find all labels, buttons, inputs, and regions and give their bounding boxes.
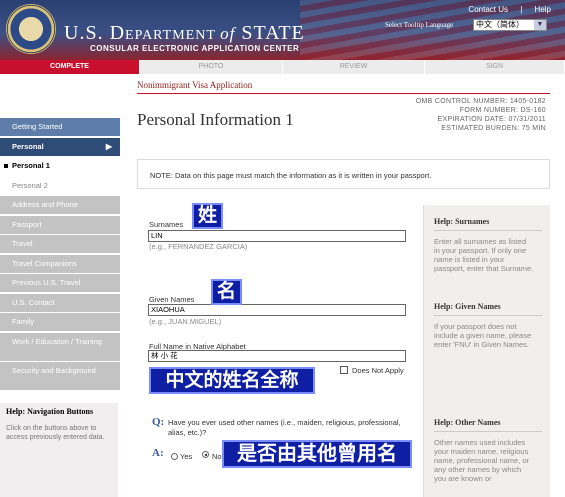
department-title: U.S. DEPARTMENT of STATE (64, 22, 305, 44)
title-divider (137, 93, 550, 94)
help-surnames-title: Help: Surnames (434, 217, 490, 226)
does-not-apply-checkbox[interactable] (340, 366, 348, 374)
step-complete[interactable]: COMPLETE (0, 60, 140, 74)
given-names-hint: (e.g., JUAN MIGUEL) (149, 317, 222, 326)
sidebar-item-previous-travel[interactable]: Previous U.S. Travel (0, 274, 120, 292)
help-other-title: Help: Other Names (434, 418, 501, 427)
progress-steps: COMPLETE PHOTO REVIEW SIGN (0, 60, 565, 74)
omb-info: OMB CONTROL NUMBER: 1405-0182 FORM NUMBE… (415, 98, 546, 132)
arrow-right-icon: ▶ (105, 141, 112, 151)
native-name-cn-annotation: 中文的姓名全称 (149, 367, 315, 394)
step-sign[interactable]: SIGN (425, 60, 565, 74)
navigation-help-panel: Help: Navigation Buttons Click on the bu… (0, 403, 118, 497)
help-divider (434, 431, 542, 432)
yes-label: Yes (180, 452, 193, 461)
sidebar-item-personal[interactable]: Personal ▶ (0, 137, 120, 156)
surname-cn-annotation: 姓 (192, 203, 223, 229)
department-seal-icon (6, 4, 56, 54)
sidebar-item-work-education[interactable]: Work / Education / Training (0, 332, 120, 361)
tooltip-language-select[interactable]: 中文（简体） ▼ (473, 19, 547, 31)
given-names-label: Given Names (149, 295, 195, 304)
step-photo[interactable]: PHOTO (140, 60, 283, 74)
navigation-help-title: Help: Navigation Buttons (6, 407, 94, 416)
surnames-label: Surnames (149, 220, 184, 229)
help-given-text: If your passport does not include a give… (434, 322, 532, 349)
native-name-input[interactable]: 林 小 花 (148, 350, 406, 362)
answer-marker: A: (152, 447, 164, 459)
no-radio[interactable] (202, 451, 209, 458)
bullet-icon (4, 164, 8, 168)
no-label: No (212, 452, 222, 461)
help-link[interactable]: Help (535, 5, 551, 14)
tooltip-language-label: Select Tooltip Language (385, 21, 454, 29)
sidebar-item-personal-2[interactable]: Personal 2 (0, 176, 120, 195)
sidebar-item-security[interactable]: Security and Background (0, 362, 120, 390)
step-review[interactable]: REVIEW (283, 60, 425, 74)
help-divider (434, 230, 542, 231)
sidebar-item-family[interactable]: Family (0, 313, 120, 331)
top-links: Contact Us | Help (468, 5, 551, 14)
given-names-input[interactable]: XIAOHUA (148, 304, 406, 316)
page-title: Personal Information 1 (137, 110, 294, 129)
surnames-input[interactable]: LIN (148, 230, 406, 242)
other-names-question: Have you ever used other names (i.e., ma… (168, 418, 401, 437)
help-given-title: Help: Given Names (434, 302, 501, 311)
sidebar-item-passport[interactable]: Passport (0, 215, 120, 234)
given-name-cn-annotation: 名 (211, 279, 242, 305)
sidebar-item-personal-1[interactable]: Personal 1 (0, 157, 120, 175)
help-other-text: Other names used includes your maiden na… (434, 438, 530, 483)
navigation-help-text: Click on the buttons above to access pre… (6, 425, 105, 441)
does-not-apply-label: Does Not Apply (352, 366, 404, 375)
application-title: Nonimmigrant Visa Application (137, 80, 253, 90)
other-names-cn-annotation: 是否由其他曾用名 (222, 440, 412, 468)
yes-radio[interactable] (171, 453, 178, 460)
sidebar-item-us-contact[interactable]: U.S. Contact (0, 293, 120, 312)
site-header: U.S. DEPARTMENT of STATE CONSULAR ELECTR… (0, 0, 565, 60)
sidebar-item-travel-companions[interactable]: Travel Companions (0, 254, 120, 273)
chevron-down-icon: ▼ (534, 20, 546, 30)
question-marker: Q: (152, 416, 165, 428)
header-subtitle: CONSULAR ELECTRONIC APPLICATION CENTER (90, 44, 300, 53)
sidebar-item-getting-started[interactable]: Getting Started (0, 118, 120, 136)
sidebar-nav: Getting Started Personal ▶ Personal 1 Per… (0, 118, 120, 392)
sidebar-item-address[interactable]: Address and Phone (0, 196, 120, 214)
sidebar-item-travel[interactable]: Travel (0, 235, 120, 253)
passport-note: NOTE: Data on this page must match the i… (137, 159, 550, 189)
help-surnames-text: Enter all surnames as listed in your pas… (434, 237, 534, 273)
help-divider (434, 315, 542, 316)
contact-us-link[interactable]: Contact Us (468, 5, 508, 14)
surnames-hint: (e.g., FERNANDEZ GARCIA) (149, 242, 248, 251)
